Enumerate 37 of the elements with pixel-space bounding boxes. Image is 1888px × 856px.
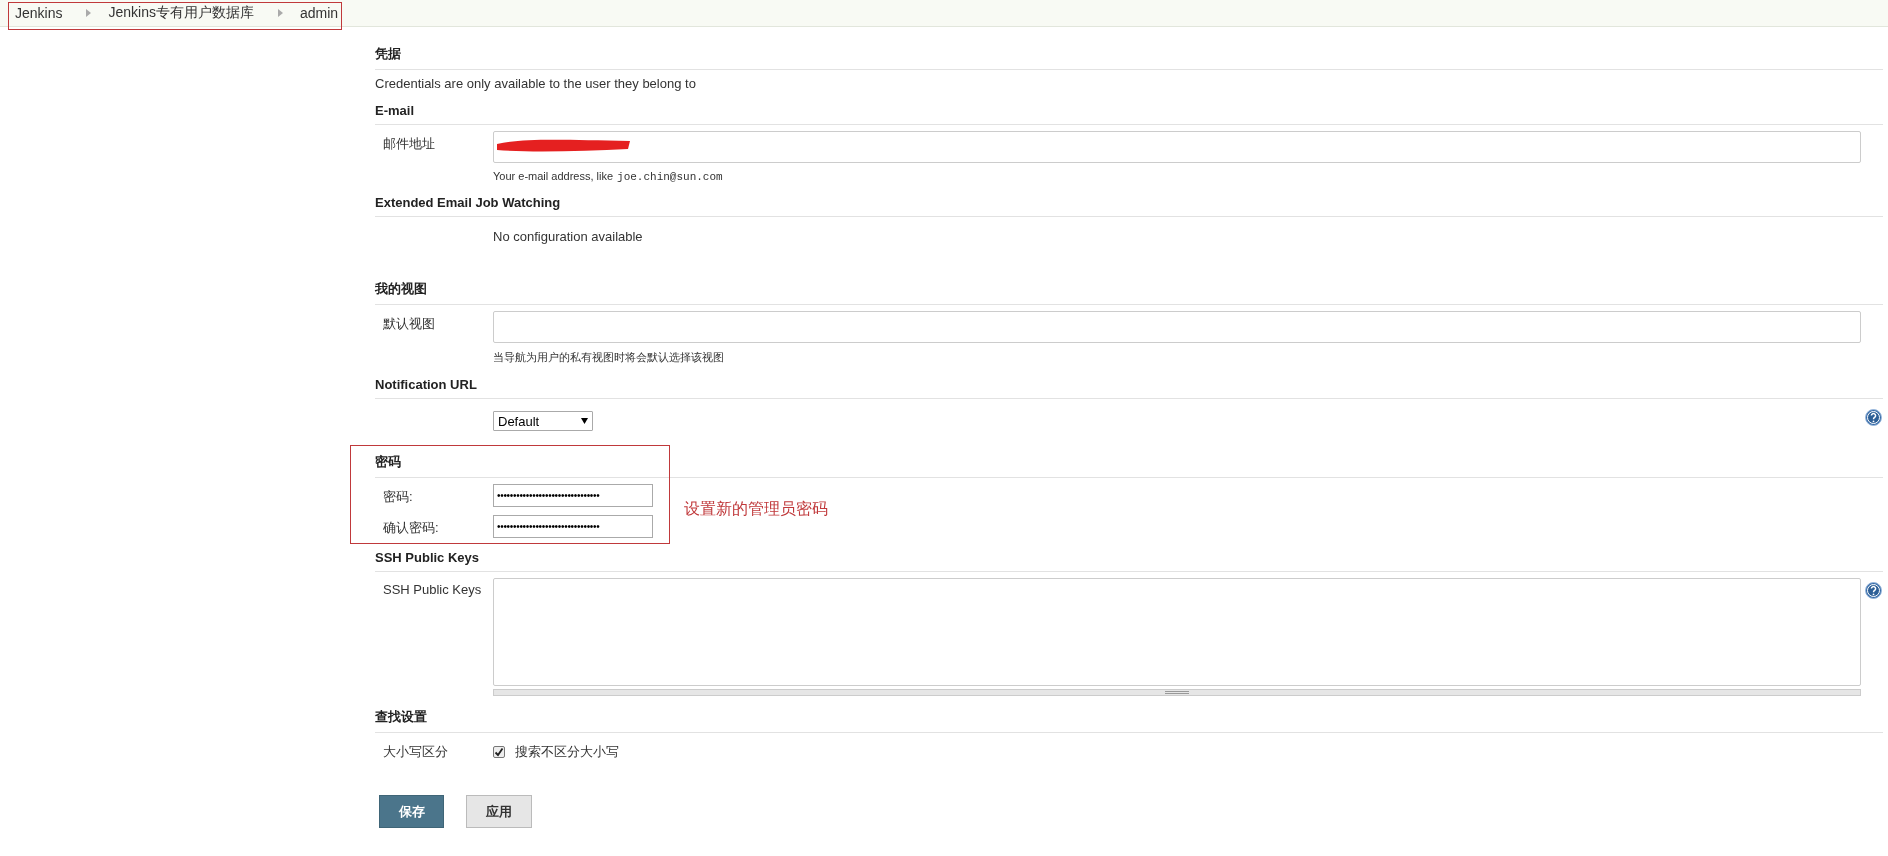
password-field[interactable]: •••••••••••••••••••••••••••••••• (493, 515, 653, 538)
breadcrumb-link[interactable]: Jenkins专有用户数据库 (108, 4, 254, 22)
field-label: 确认密码: (382, 519, 440, 537)
section-heading: 查找设置 (375, 704, 1883, 733)
text-field[interactable] (493, 311, 1861, 343)
text-area[interactable] (493, 578, 1861, 686)
text-field[interactable] (493, 131, 1861, 163)
annotation-text: 设置新的管理员密码 (684, 499, 828, 519)
section-heading: 密码 (375, 449, 1883, 478)
caret-icon (581, 418, 588, 424)
section-heading: 我的视图 (375, 276, 1883, 305)
section-heading: Extended Email Job Watching (375, 191, 1883, 217)
checkbox-label: 搜索不区分大小写 (515, 743, 619, 761)
breadcrumb-link[interactable]: admin (299, 5, 339, 21)
breadcrumb-arrow-icon (86, 9, 92, 17)
description-text: Credentials are only available to the user they belong to (375, 76, 697, 91)
apply-button[interactable]: 应用 (466, 795, 532, 828)
section-heading: Notification URL (375, 373, 1883, 399)
resize-handle[interactable] (493, 689, 1861, 696)
hint-text: 当导航为用户的私有视图时将会默认选择该视图 (493, 350, 725, 365)
section-heading: 凭据 (375, 41, 1883, 70)
breadcrumb-link[interactable]: Jenkins (15, 5, 63, 21)
field-label: 大小写区分 (382, 743, 449, 761)
save-button[interactable]: 保存 (379, 795, 444, 828)
breadcrumb-arrow-icon (277, 9, 283, 17)
field-label: 邮件地址 (382, 135, 436, 153)
section-heading: E-mail (375, 99, 1883, 125)
message-text: No configuration available (493, 228, 644, 246)
field-label: 密码: (382, 488, 414, 506)
example-address: joe.chin@sun.com (617, 171, 723, 183)
checkbox[interactable] (493, 746, 505, 758)
field-label: 默认视图 (382, 315, 436, 333)
field-label: SSH Public Keys (382, 581, 483, 597)
dropdown[interactable]: Default (493, 411, 593, 431)
hint-text: Your e-mail address, like (493, 170, 614, 182)
section-heading: SSH Public Keys (375, 546, 1883, 572)
password-field[interactable]: •••••••••••••••••••••••••••••••• (493, 484, 653, 507)
